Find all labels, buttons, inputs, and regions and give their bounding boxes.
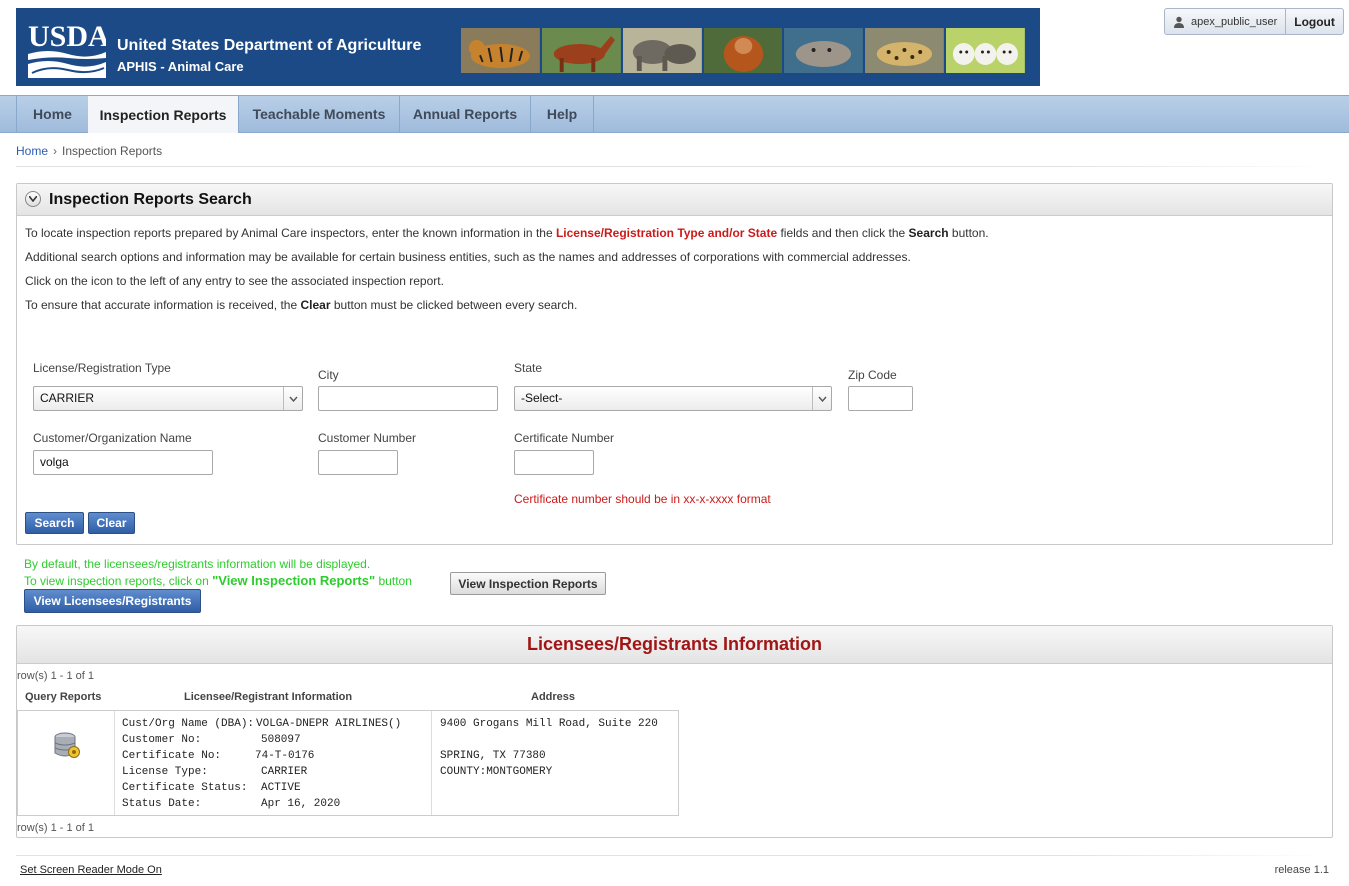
address-line: 9400 Grogans Mill Road, Suite 220 [440,718,658,730]
results-region: Licensees/Registrants Information row(s)… [16,625,1333,838]
orangutan-image [703,28,783,73]
chevron-down-icon [812,387,831,410]
tab-home[interactable]: Home [16,96,89,132]
user-icon [1174,16,1184,28]
screen-reader-mode-link[interactable]: Set Screen Reader Mode On [20,864,162,876]
customer-name-label: Customer/Organization Name [33,431,192,445]
tab-annual-reports[interactable]: Annual Reports [400,96,531,132]
user-name-label: apex_public_user [1191,15,1278,28]
column-header-licensee-info[interactable]: Licensee/Registrant Information [184,691,352,703]
puppies-image [946,28,1026,73]
tab-help[interactable]: Help [531,96,594,132]
collapse-chevron-icon[interactable] [25,191,41,207]
instruction-line-4: To ensure that accurate information is r… [25,298,578,312]
instruction-line-3: Click on the icon to the left of any ent… [25,274,444,288]
search-region-title: Inspection Reports Search [49,191,252,208]
clear-button[interactable]: Clear [88,512,135,534]
row-count-top: row(s) 1 - 1 of 1 [17,670,95,682]
default-view-note: By default, the licensees/registrants in… [24,557,371,571]
agency-subtitle: APHIS - Animal Care [117,59,244,74]
breadcrumb-current: Inspection Reports [62,144,163,158]
customer-name-input[interactable]: volga [33,450,213,475]
licensee-info-cell: Cust/Org Name (DBA): VOLGA-DNEPR AIRLINES… [115,711,432,815]
address-line: SPRING, TX 77380 [440,750,546,762]
seal-image [784,28,864,73]
breadcrumb-home-link[interactable]: Home [16,144,48,158]
certificate-number-input[interactable] [514,450,594,475]
state-select[interactable]: -Select- [514,386,832,411]
column-header-address[interactable]: Address [531,691,575,703]
customer-number-input[interactable] [318,450,398,475]
search-button[interactable]: Search [25,512,84,534]
row-count-bottom: row(s) 1 - 1 of 1 [17,822,95,834]
search-region-header: Inspection Reports Search [17,184,1332,216]
license-type-label: License/Registration Type [33,361,171,375]
certificate-format-hint: Certificate number should be in xx-x-xxx… [514,492,771,506]
address-line: COUNTY:MONTGOMERY [440,766,553,778]
breadcrumb: Home › Inspection Reports [16,144,162,158]
view-licensees-button[interactable]: View Licensees/Registrants [24,589,201,613]
instruction-line-1: To locate inspection reports prepared by… [25,226,989,240]
divider [16,855,1329,856]
main-nav: Home Inspection Reports Teachable Moment… [0,95,1349,133]
customer-number-label: Customer Number [318,431,417,445]
view-inspection-reports-button[interactable]: View Inspection Reports [450,572,606,595]
tab-teachable-moments[interactable]: Teachable Moments [239,96,400,132]
database-report-icon[interactable] [53,732,81,760]
instruction-line-2: Additional search options and informatio… [25,250,911,264]
view-reports-note: To view inspection reports, click on "Vi… [24,573,412,588]
leopard-image [865,28,945,73]
elephants-image [622,28,702,73]
release-version: release 1.1 [1274,864,1329,876]
zip-code-input[interactable] [848,386,913,411]
chevron-down-icon [283,387,302,410]
license-type-select[interactable]: CARRIER [33,386,303,411]
user-account[interactable]: apex_public_user [1165,9,1287,34]
divider [16,166,1329,167]
breadcrumb-separator-icon: › [53,144,58,158]
user-menu: apex_public_user Logout [1164,8,1344,35]
results-title: Licensees/Registrants Information [526,634,823,654]
logout-button[interactable]: Logout [1286,9,1343,34]
animal-photo-strip [461,28,1026,73]
table-row: Cust/Org Name (DBA): VOLGA-DNEPR AIRLINES… [17,710,679,816]
city-input[interactable] [318,386,498,411]
agency-title: United States Department of Agriculture [117,37,422,54]
horses-image [541,28,621,73]
usda-banner: USDA United States Department of Agricul… [16,8,1040,86]
state-label: State [514,361,543,375]
zip-code-label: Zip Code [848,368,897,382]
search-region: Inspection Reports Search To locate insp… [16,183,1333,545]
city-label: City [318,368,339,382]
tiger-image [461,28,540,73]
certificate-number-label: Certificate Number [514,431,615,445]
usda-logo: USDA [28,20,106,78]
query-report-cell [18,711,115,815]
address-cell: 9400 Grogans Mill Road, Suite 220 SPRING… [432,711,678,815]
results-region-header: Licensees/Registrants Information [17,626,1332,664]
svg-text:USDA: USDA [28,20,106,53]
tab-inspection-reports[interactable]: Inspection Reports [88,96,239,133]
column-header-query-reports[interactable]: Query Reports [25,691,101,703]
